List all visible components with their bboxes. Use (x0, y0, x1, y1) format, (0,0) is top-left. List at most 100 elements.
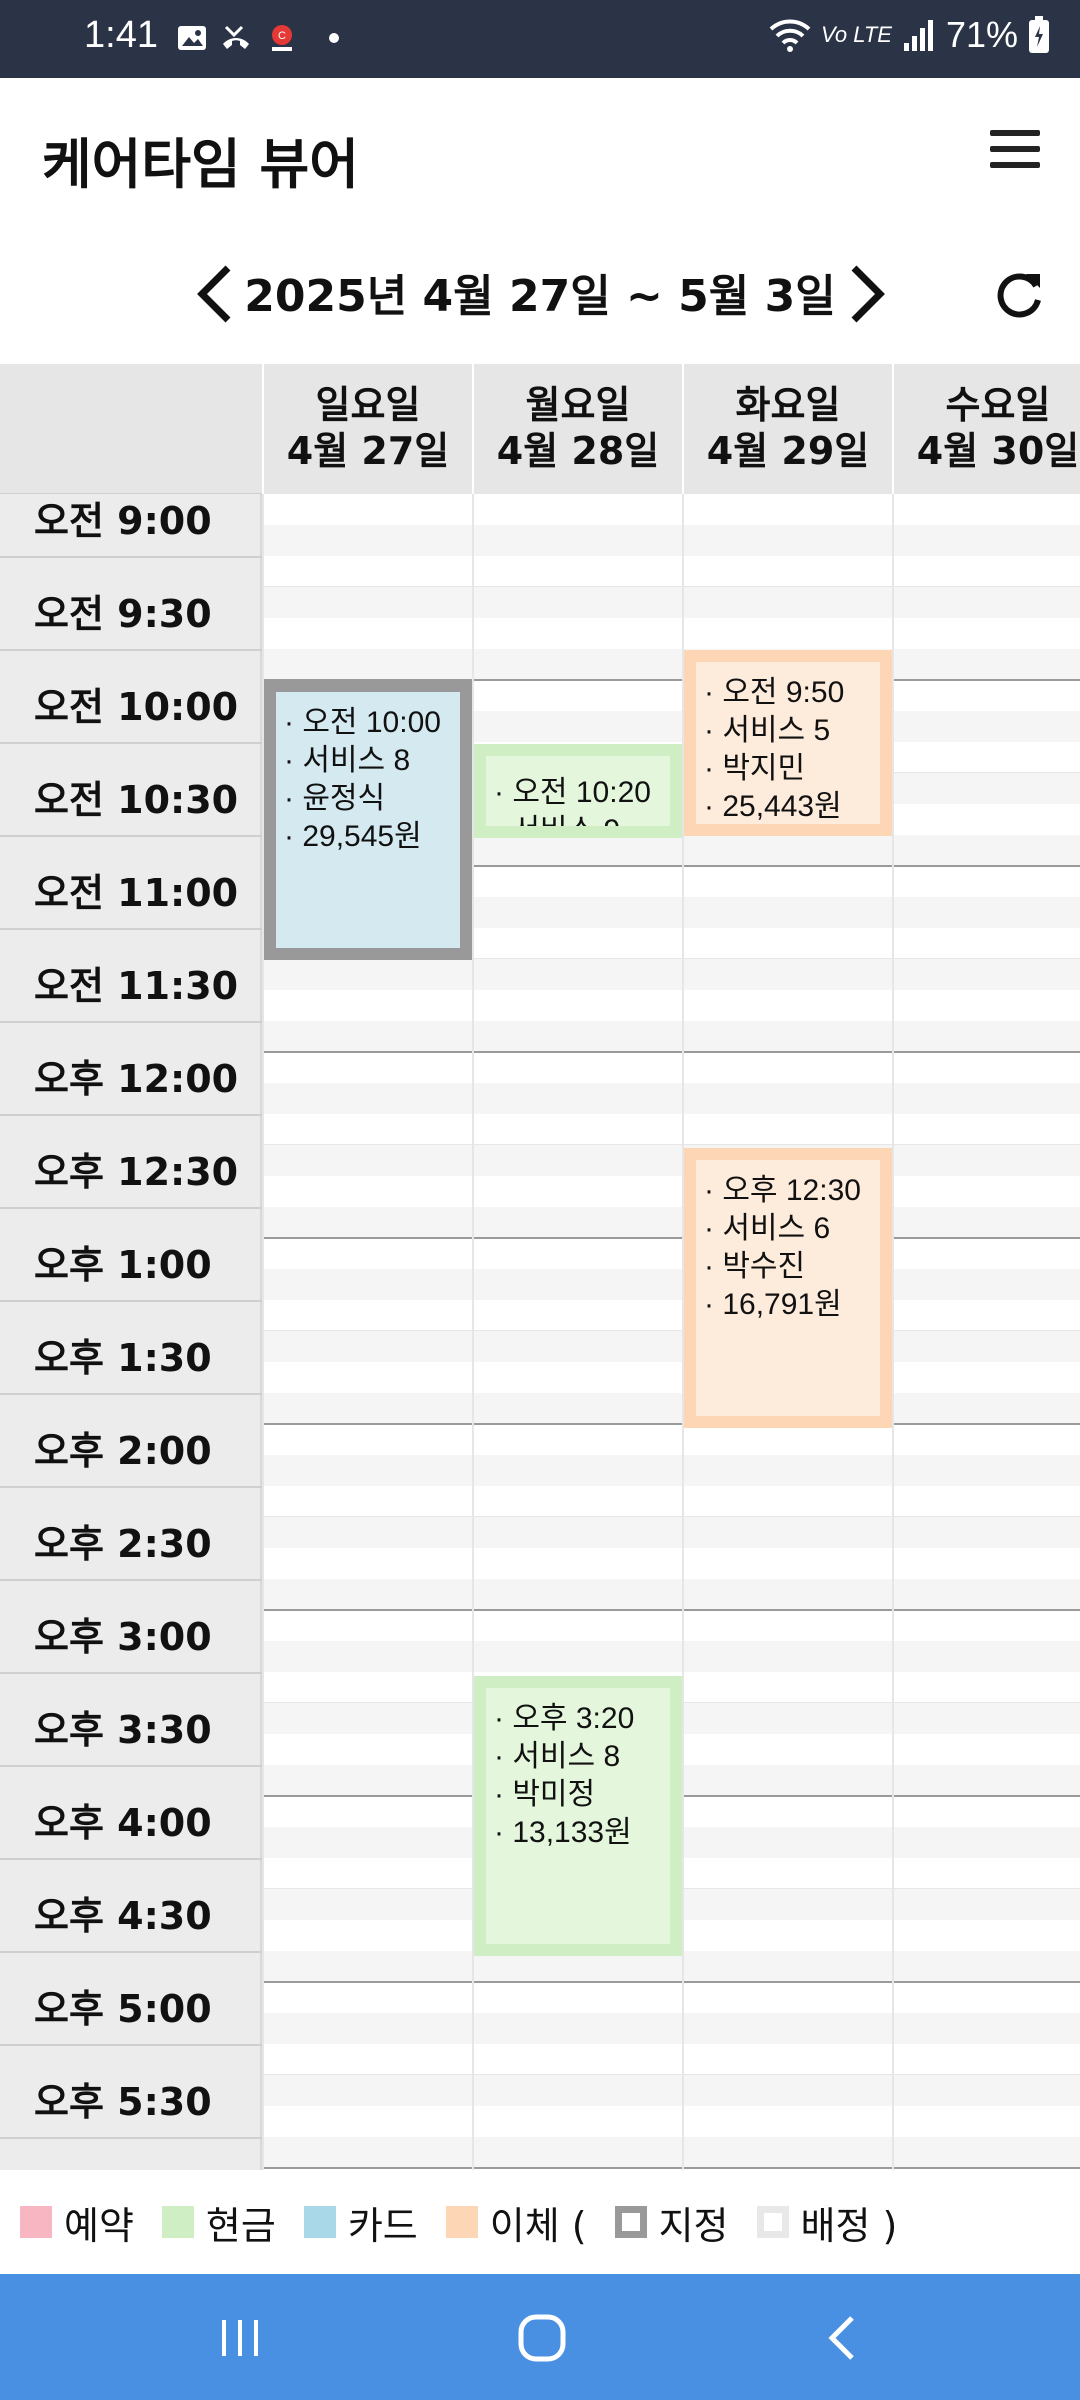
hour-line (262, 1981, 1080, 1983)
date-navigation: 2025년 4월 27일 ~ 5월 3일 (0, 228, 1080, 364)
event-card[interactable]: · 오전 9:50 · 서비스 5 · 박지민 · 25,443원 (684, 650, 892, 836)
legend-label: 현금 (205, 2203, 276, 2248)
time-tick (0, 1021, 262, 1023)
grid-stripe (262, 649, 1080, 680)
half-hour-line (262, 1516, 1080, 1517)
status-right: Vo LTE 71% (769, 14, 1050, 56)
event-line: · 박미정 (494, 1778, 596, 1811)
refresh-button[interactable] (990, 264, 1048, 322)
legend-swatch (161, 2206, 194, 2238)
time-label: 오후 5:00 (34, 1987, 212, 2031)
day-date: 4월 27일 (286, 429, 450, 473)
status-bar: 1:41 C Vo LTE 71% (0, 0, 1080, 78)
home-icon[interactable] (512, 2308, 572, 2368)
time-label: 오후 1:00 (34, 1243, 212, 1287)
grid-stripe (262, 2137, 1080, 2168)
status-time: 1:41 (84, 14, 158, 56)
menu-icon[interactable] (990, 130, 1040, 170)
time-label: 오전 9:30 (34, 592, 212, 636)
event-line: · 박지민 (704, 752, 806, 785)
day-weekday: 월요일 (525, 383, 631, 427)
day-date: 4월 29일 (706, 429, 870, 473)
grid-stripe (262, 1269, 1080, 1300)
time-column: 오전 9:00 오전 9:30 오전 10:00 오전 10:30 오전 11:00 오전… (0, 364, 262, 2170)
time-label: 오후 4:00 (34, 1801, 212, 1845)
time-label: 오후 12:30 (34, 1150, 239, 1194)
event-line: · 서비스 8 (494, 1740, 621, 1773)
event-line: · 오후 12:30 (704, 1174, 861, 1207)
event-line: · 25,443원 (704, 790, 842, 823)
event-line: · 13,133원 (494, 1816, 632, 1849)
time-tick (0, 1300, 262, 1302)
grid-stripe (262, 1207, 1080, 1238)
event-card[interactable]: · 오전 10:00 · 서비스 8 · 윤정식 · 29,545원 (264, 680, 472, 960)
grid-stripe (262, 1641, 1080, 1672)
date-range: 2025년 4월 27일 ~ 5월 3일 (244, 271, 836, 322)
event-line: · 오전 9:50 (704, 676, 845, 709)
grid-stripe (262, 1455, 1080, 1486)
hour-line (262, 1423, 1080, 1425)
grid-stripe (262, 1021, 1080, 1052)
legend: 예약 현금 카드 이체 ( 지정 배정 ) (0, 2170, 1080, 2274)
event-card[interactable]: · 오후 3:20 · 서비스 8 · 박미정 · 13,133원 (474, 1676, 682, 1956)
grid-stripe (262, 1579, 1080, 1610)
day-date: 4월 30일 (916, 429, 1080, 473)
event-line: · 29,545원 (284, 820, 422, 853)
event-line: · 오전 10:20 (494, 776, 651, 809)
time-tick (0, 742, 262, 744)
legend-swatch (303, 2206, 336, 2238)
next-week-button[interactable] (838, 262, 892, 326)
back-icon[interactable] (814, 2308, 874, 2368)
legend-swatch (756, 2206, 789, 2238)
event-card[interactable]: · 오전 10:20 · 서비스 9 (474, 744, 682, 838)
recent-apps-icon[interactable] (210, 2308, 270, 2368)
event-line: · 오전 10:00 (284, 706, 441, 739)
legend-swatch (445, 2206, 478, 2238)
half-hour-line (262, 586, 1080, 587)
volte-label: Vo LTE (821, 22, 892, 47)
time-tick (0, 556, 262, 558)
wifi-icon (769, 19, 811, 52)
system-nav-bar (0, 2274, 1080, 2400)
grid-stripe (262, 1331, 1080, 1362)
legend-item-cash: 현금 (161, 2195, 276, 2250)
week-calendar[interactable]: 오전 9:00 오전 9:30 오전 10:00 오전 10:30 오전 11:00 오전… (0, 364, 1080, 2170)
hour-line (262, 1609, 1080, 1611)
event-line: · 서비스 8 (284, 744, 411, 777)
grid-stripe (262, 1083, 1080, 1114)
legend-item-reservation: 예약 (20, 2195, 134, 2250)
grid-stripe (262, 2013, 1080, 2044)
time-label: 오후 4:30 (34, 1894, 212, 1938)
calendar-corner (0, 364, 262, 494)
time-tick (0, 1114, 262, 1116)
time-tick (0, 1207, 262, 1209)
time-tick (0, 1765, 262, 1767)
grid-stripe (262, 1393, 1080, 1424)
app-title: 케어타임 뷰어 (42, 133, 359, 196)
time-tick (0, 1858, 262, 1860)
grid-stripe (262, 2075, 1080, 2106)
time-tick (0, 2044, 262, 2046)
dot-icon (329, 33, 339, 43)
grid-stripe (262, 1517, 1080, 1548)
legend-label: 카드 (347, 2203, 418, 2248)
grid-stripe (262, 1145, 1080, 1176)
legend-item-card: 카드 (303, 2195, 418, 2250)
legend-item-assigned: 배정 ) (756, 2195, 898, 2250)
gallery-icon (178, 26, 206, 50)
time-label: 오후 3:30 (34, 1708, 212, 1752)
day-header-sunday: 일요일 4월 27일 (262, 364, 472, 494)
event-line: · 서비스 6 (704, 1212, 831, 1245)
time-tick (0, 2137, 262, 2139)
time-label: 오전 9:00 (34, 499, 212, 543)
time-label: 오후 5:30 (34, 2080, 212, 2124)
event-card[interactable]: · 오후 12:30 · 서비스 6 · 박수진 · 16,791원 (684, 1148, 892, 1428)
time-label: 오후 3:00 (34, 1615, 212, 1659)
time-tick (0, 835, 262, 837)
time-label: 오전 11:30 (34, 964, 239, 1008)
time-label: 오후 1:30 (34, 1336, 212, 1380)
legend-label: 배정 ) (800, 2203, 898, 2248)
missed-call-icon (223, 25, 249, 49)
hour-line (262, 1237, 1080, 1239)
day-weekday: 수요일 (945, 383, 1051, 427)
